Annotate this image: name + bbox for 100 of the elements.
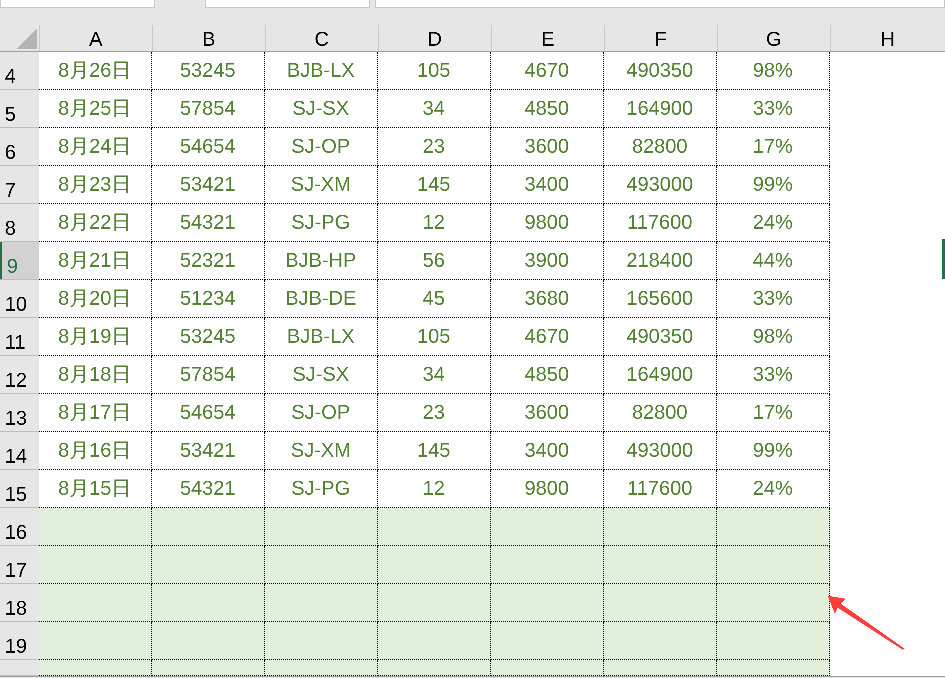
table-cell: 3600 bbox=[491, 128, 604, 166]
table-cell: 4850 bbox=[491, 356, 604, 394]
row-header[interactable]: 7 bbox=[0, 166, 39, 204]
table-cell: 4850 bbox=[491, 90, 604, 128]
table-cell: 8月23日 bbox=[39, 166, 152, 204]
table-cell: BJB-DE bbox=[265, 280, 378, 318]
name-box[interactable] bbox=[0, 0, 155, 8]
table-cell: SJ-PG bbox=[265, 470, 378, 508]
table-cell: 164900 bbox=[604, 90, 717, 128]
table-cell: 45 bbox=[378, 280, 491, 318]
table-cell: 56 bbox=[378, 242, 491, 280]
table-cell: SJ-PG bbox=[265, 204, 378, 242]
table-cell: SJ-XM bbox=[265, 166, 378, 204]
table-cell: 105 bbox=[378, 318, 491, 356]
table-cell: 23 bbox=[378, 394, 491, 432]
table-cell: 105 bbox=[378, 52, 491, 90]
table-cell: 99% bbox=[717, 166, 830, 204]
cell-selection-edge bbox=[942, 239, 945, 279]
table-cell: 82800 bbox=[604, 128, 717, 166]
row-header[interactable] bbox=[0, 660, 39, 676]
table-cell: 53421 bbox=[152, 166, 265, 204]
table-cell: 98% bbox=[717, 318, 830, 356]
table-cell: 8月22日 bbox=[39, 204, 152, 242]
column-header[interactable]: H bbox=[830, 25, 945, 51]
table-cell: 218400 bbox=[604, 242, 717, 280]
row-header[interactable]: 19 bbox=[0, 622, 39, 660]
table-cell: 52321 bbox=[152, 242, 265, 280]
corner-triangle-icon bbox=[17, 29, 37, 49]
table-cell: 8月16日 bbox=[39, 432, 152, 470]
table-cell: 3400 bbox=[491, 432, 604, 470]
row-header[interactable]: 15 bbox=[0, 470, 39, 508]
row-header[interactable]: 6 bbox=[0, 128, 39, 166]
table-cell: 53245 bbox=[152, 318, 265, 356]
table-cell: BJB-HP bbox=[265, 242, 378, 280]
table-cell: 117600 bbox=[604, 204, 717, 242]
table-cell: SJ-SX bbox=[265, 90, 378, 128]
row-header[interactable]: 8 bbox=[0, 204, 39, 242]
row-header[interactable]: 14 bbox=[0, 432, 39, 470]
table-cell: 17% bbox=[717, 394, 830, 432]
table-cell: 3900 bbox=[491, 242, 604, 280]
table-cell: 24% bbox=[717, 204, 830, 242]
column-header[interactable]: A bbox=[39, 25, 152, 51]
table-cell: 53421 bbox=[152, 432, 265, 470]
table-cell: 8月25日 bbox=[39, 90, 152, 128]
table-cell: 33% bbox=[717, 356, 830, 394]
table-cell: 34 bbox=[378, 356, 491, 394]
table-cell: 4670 bbox=[491, 318, 604, 356]
table-cell: SJ-XM bbox=[265, 432, 378, 470]
table-cell: 33% bbox=[717, 90, 830, 128]
row-header[interactable]: 12 bbox=[0, 356, 39, 394]
table-cell: 3400 bbox=[491, 166, 604, 204]
table-cell: 54321 bbox=[152, 470, 265, 508]
table-cell: 57854 bbox=[152, 356, 265, 394]
table-cell: 24% bbox=[717, 470, 830, 508]
row-header[interactable]: 16 bbox=[0, 508, 39, 546]
table-cell: 8月18日 bbox=[39, 356, 152, 394]
table-cell: 82800 bbox=[604, 394, 717, 432]
table-cell: 8月20日 bbox=[39, 280, 152, 318]
table-cell: 57854 bbox=[152, 90, 265, 128]
row-header[interactable]: 9 bbox=[0, 242, 39, 280]
table-cell: 34 bbox=[378, 90, 491, 128]
row-header[interactable]: 10 bbox=[0, 280, 39, 318]
table-cell: 117600 bbox=[604, 470, 717, 508]
table-cell: 54321 bbox=[152, 204, 265, 242]
table-cell: 17% bbox=[717, 128, 830, 166]
table-cell: 8月19日 bbox=[39, 318, 152, 356]
row-header[interactable]: 13 bbox=[0, 394, 39, 432]
function-box[interactable] bbox=[205, 0, 370, 8]
column-header[interactable]: C bbox=[265, 25, 378, 51]
table-cell: 145 bbox=[378, 166, 491, 204]
column-header[interactable]: G bbox=[717, 25, 830, 51]
row-header[interactable]: 4 bbox=[0, 52, 39, 90]
table-cell: 3680 bbox=[491, 280, 604, 318]
formula-bar[interactable] bbox=[375, 0, 945, 8]
table-cell: BJB-LX bbox=[265, 318, 378, 356]
row-header[interactable]: 11 bbox=[0, 318, 39, 356]
table-cell: 51234 bbox=[152, 280, 265, 318]
table-cell: 145 bbox=[378, 432, 491, 470]
row-header[interactable]: 5 bbox=[0, 90, 39, 128]
row-header[interactable]: 17 bbox=[0, 546, 39, 584]
column-header[interactable]: F bbox=[604, 25, 717, 51]
table-cell: 9800 bbox=[491, 204, 604, 242]
row-header[interactable]: 18 bbox=[0, 584, 39, 622]
table-cell: 164900 bbox=[604, 356, 717, 394]
table-cell: 490350 bbox=[604, 52, 717, 90]
table-cell: 493000 bbox=[604, 166, 717, 204]
column-header[interactable]: E bbox=[491, 25, 604, 51]
table-cell: 12 bbox=[378, 204, 491, 242]
table-cell: 8月21日 bbox=[39, 242, 152, 280]
arrow-icon bbox=[828, 596, 906, 650]
column-header[interactable]: B bbox=[152, 25, 265, 51]
table-cell: 99% bbox=[717, 432, 830, 470]
table-cell: 165600 bbox=[604, 280, 717, 318]
table-cell: 3600 bbox=[491, 394, 604, 432]
table-cell: 8月17日 bbox=[39, 394, 152, 432]
table-cell: 12 bbox=[378, 470, 491, 508]
table-cell: 493000 bbox=[604, 432, 717, 470]
table-cell: 4670 bbox=[491, 52, 604, 90]
table-cell: BJB-LX bbox=[265, 52, 378, 90]
column-header[interactable]: D bbox=[378, 25, 491, 51]
